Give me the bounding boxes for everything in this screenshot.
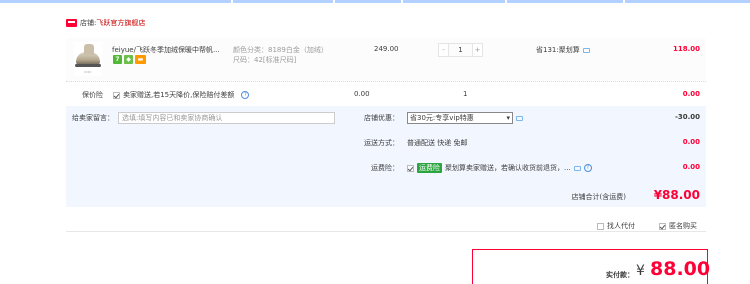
freight-insurance-text: 聚划算卖家赠送，若确认收货前退货，...	[445, 164, 571, 172]
order-item: ▭▭ feiyue/飞跃冬季加绒保暖中帮帆... 7 ◆ ▬ 颜色分类：8189…	[66, 38, 706, 82]
freight-insurance-amount: 0.00	[682, 163, 700, 171]
anonymous-label: 匿名购买	[669, 222, 697, 230]
payment-amount: 88.00	[650, 258, 711, 280]
sku-size: 尺码：42[标准尺码]	[233, 56, 297, 64]
message-label: 给卖家留言：	[72, 114, 114, 122]
anonymous-checkbox[interactable]	[659, 222, 666, 230]
seven-day-return-icon[interactable]: 7	[113, 55, 122, 64]
price-protection-qty: 1	[463, 90, 468, 98]
shop-discount-amount: -30.00	[674, 113, 700, 121]
quantity-input[interactable]: 1	[449, 43, 472, 57]
price-protection-option[interactable]: 卖家赠送,若15天降价,保险赔付差额 ?	[113, 90, 250, 100]
product-thumbnail[interactable]: ▭▭	[74, 42, 102, 76]
guarantee-icon[interactable]: ◆	[124, 55, 133, 64]
shipping-amount: 0.00	[682, 138, 700, 146]
payment-summary-box: 实付款： ¥ 88.00	[472, 249, 711, 284]
checkout-options: 找人代付 匿名购买	[66, 218, 706, 232]
unit-price: 249.00	[374, 45, 399, 53]
shop-icon	[66, 19, 77, 27]
shop-total-value: ¥88.00	[653, 188, 700, 202]
freight-insurance-label: 运费险：	[371, 164, 399, 172]
quantity-stepper: - 1 +	[438, 43, 483, 57]
invoice-icon[interactable]: ▬	[135, 55, 146, 64]
shop-row: 店铺: 飞跃官方旗舰店	[66, 16, 145, 30]
price-protection-amount: 0.00	[682, 90, 700, 98]
chat-icon[interactable]	[516, 115, 523, 121]
chat-icon[interactable]	[573, 165, 581, 171]
price-protection-label: 保价险	[82, 91, 103, 99]
shop-discount-row: 店铺优惠： 省30元:专享vip特惠	[356, 112, 523, 124]
promotion-info: 省131:聚划算	[536, 45, 590, 55]
seller-message-input[interactable]: 选填:填写内容已和卖家协商确认	[118, 112, 335, 124]
payment-label: 实付款：	[606, 271, 634, 279]
sku-info: 颜色分类：8189白金（加绒） 尺码：42[标准尺码]	[233, 45, 328, 65]
price-protection-row: 保价险 卖家赠送,若15天降价,保险赔付差额 ? 0.00 1 0.00	[66, 84, 706, 104]
service-badges: 7 ◆ ▬	[113, 55, 146, 64]
help-icon[interactable]: ?	[241, 91, 250, 99]
shop-total-label: 店铺合计(含运费)	[571, 193, 626, 201]
shipping-row: 运送方式： 普通配送 快递 免邮	[356, 137, 467, 149]
price-protection-text: 卖家赠送,若15天降价,保险赔付差额	[123, 91, 235, 99]
shop-discount-label: 店铺优惠：	[364, 114, 399, 122]
price-protection-checkbox[interactable]	[113, 91, 120, 99]
proxy-pay-option[interactable]: 找人代付	[597, 221, 635, 231]
proxy-pay-checkbox[interactable]	[597, 222, 604, 230]
product-title-link[interactable]: feiyue/飞跃冬季加绒保暖中帮帆...	[112, 45, 228, 55]
shop-label: 店铺:	[80, 19, 97, 27]
increase-button[interactable]: +	[472, 43, 483, 57]
shipping-label: 运送方式：	[364, 139, 399, 147]
item-subtotal: 118.00	[672, 45, 700, 53]
freight-insurance-tag: 运费险	[417, 163, 442, 173]
sku-color: 颜色分类：8189白金（加绒）	[233, 46, 328, 54]
anonymous-option[interactable]: 匿名购买	[659, 221, 697, 231]
proxy-pay-label: 找人代付	[607, 222, 635, 230]
promotion-text: 省131:聚划算	[536, 46, 580, 54]
shop-discount-select[interactable]: 省30元:专享vip特惠	[407, 112, 513, 124]
decrease-button[interactable]: -	[438, 43, 449, 57]
shop-total-row: 店铺合计(含运费) ¥88.00	[66, 183, 706, 207]
chat-icon[interactable]	[582, 47, 590, 53]
freight-insurance-checkbox[interactable]	[407, 164, 414, 172]
currency-symbol: ¥	[636, 263, 645, 279]
help-icon[interactable]: ?	[583, 164, 592, 172]
price-protection-price: 0.00	[354, 90, 370, 98]
column-header-strip	[0, 0, 750, 3]
shop-name-link[interactable]: 飞跃官方旗舰店	[96, 18, 145, 28]
shipping-value: 普通配送 快递 免邮	[407, 139, 468, 147]
freight-insurance-row: 运费险： 运费险 聚划算卖家赠送，若确认收货前退货，... ?	[356, 162, 592, 174]
